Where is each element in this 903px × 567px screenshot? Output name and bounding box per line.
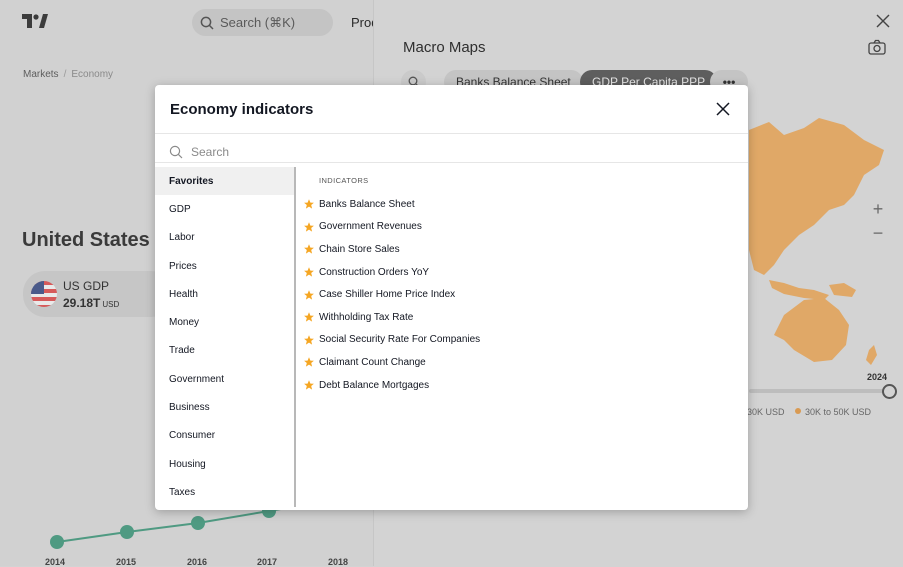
star-icon[interactable] xyxy=(304,335,314,345)
indicator-item[interactable]: Debt Balance Mortgages xyxy=(304,374,734,397)
indicator-item[interactable]: Claimant Count Change xyxy=(304,351,734,374)
slider-year: 2024 xyxy=(867,372,888,382)
star-icon[interactable] xyxy=(304,312,314,322)
indicator-item[interactable]: Banks Balance Sheet xyxy=(304,193,734,216)
legend-item: 30K to 50K USD xyxy=(795,407,871,417)
papua-land xyxy=(829,283,856,297)
gdp-point-2016 xyxy=(191,516,205,530)
legend-item: 30K USD xyxy=(747,407,785,417)
indicator-item[interactable]: Social Security Rate For Companies xyxy=(304,329,734,352)
timeline-slider-track[interactable] xyxy=(749,389,884,393)
economy-indicators-dialog: Economy indicators Favorites GDP Labor P… xyxy=(155,85,748,510)
gdp-point-2014 xyxy=(50,535,64,549)
star-icon[interactable] xyxy=(304,267,314,277)
category-consumer[interactable]: Consumer xyxy=(155,422,294,450)
search-icon xyxy=(169,145,183,159)
category-taxes[interactable]: Taxes xyxy=(155,478,294,506)
category-prices[interactable]: Prices xyxy=(155,252,294,280)
zoom-out-button[interactable]: − xyxy=(867,222,889,244)
indicator-item[interactable]: Construction Orders YoY xyxy=(304,261,734,284)
star-icon[interactable] xyxy=(304,222,314,232)
indicator-search xyxy=(169,140,729,164)
indicator-list: INDICATORS Banks Balance Sheet Governmen… xyxy=(304,167,734,507)
star-icon[interactable] xyxy=(304,199,314,209)
category-labor[interactable]: Labor xyxy=(155,224,294,252)
gdp-point-2015 xyxy=(120,525,134,539)
indonesia-land xyxy=(769,280,829,300)
australia-land xyxy=(774,298,849,362)
category-business[interactable]: Business xyxy=(155,393,294,421)
category-housing[interactable]: Housing xyxy=(155,450,294,478)
indicator-item[interactable]: Government Revenues xyxy=(304,216,734,239)
star-icon[interactable] xyxy=(304,380,314,390)
indicator-search-input[interactable] xyxy=(189,144,693,160)
divider xyxy=(155,133,748,134)
category-trade[interactable]: Trade xyxy=(155,337,294,365)
star-icon[interactable] xyxy=(304,289,314,300)
star-icon[interactable] xyxy=(304,357,314,368)
divider xyxy=(155,162,748,163)
zoom-in-button[interactable]: + xyxy=(867,198,889,220)
category-favorites[interactable]: Favorites xyxy=(155,167,294,196)
close-icon[interactable] xyxy=(716,102,730,116)
new-zealand-land xyxy=(866,345,877,365)
legend-dot xyxy=(795,408,801,414)
indicator-item[interactable]: Withholding Tax Rate xyxy=(304,306,734,329)
category-gdp[interactable]: GDP xyxy=(155,195,294,223)
timeline-slider-handle[interactable] xyxy=(882,384,897,399)
category-list: Favorites GDP Labor Prices Health Money … xyxy=(155,167,296,507)
indicators-header: INDICATORS xyxy=(319,176,369,185)
dialog-title: Economy indicators xyxy=(170,101,314,118)
category-health[interactable]: Health xyxy=(155,280,294,308)
category-government[interactable]: Government xyxy=(155,365,294,393)
indicator-item[interactable]: Case Shiller Home Price Index xyxy=(304,283,734,306)
indicator-item[interactable]: Chain Store Sales xyxy=(304,238,734,261)
star-icon[interactable] xyxy=(304,244,314,255)
category-money[interactable]: Money xyxy=(155,308,294,336)
asia-land xyxy=(749,118,884,275)
